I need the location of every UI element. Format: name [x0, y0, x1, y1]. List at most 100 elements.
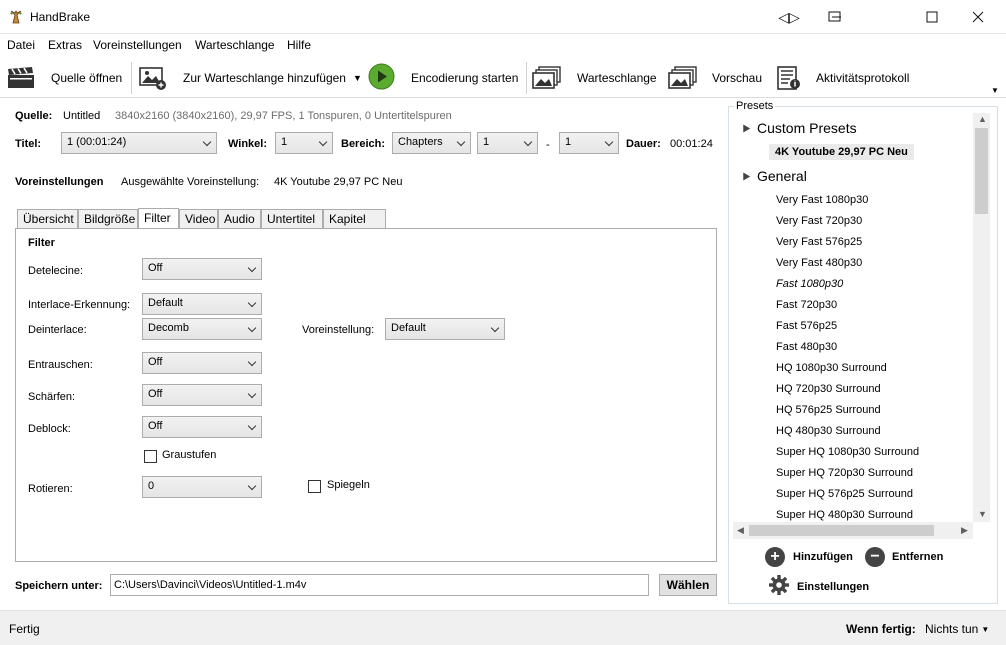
chevron-down-icon	[605, 137, 614, 146]
add-to-queue-label: Zur Warteschlange hinzufügen	[183, 71, 346, 85]
preset-item-default[interactable]: Fast 1080p30	[776, 278, 843, 290]
rotate-select[interactable]: 0	[142, 476, 262, 498]
rotate-value: 0	[148, 480, 155, 492]
preset-item-selected[interactable]: 4K Youtube 29,97 PC Neu	[769, 144, 914, 160]
chevron-down-icon	[491, 323, 500, 332]
chevron-down-icon: ▼	[981, 624, 990, 634]
preset-item[interactable]: Very Fast 480p30	[776, 257, 862, 269]
preview-button[interactable]: Vorschau	[668, 63, 762, 93]
title-label: Titel:	[15, 138, 42, 150]
title-select[interactable]: 1 (00:01:24)	[61, 132, 217, 154]
collapse-triangle-icon[interactable]	[739, 170, 751, 181]
preset-item[interactable]: HQ 576p25 Surround	[776, 404, 881, 416]
preset-item[interactable]: Fast 480p30	[776, 341, 837, 353]
preset-item[interactable]: Super HQ 576p25 Surround	[776, 488, 913, 500]
add-preset-button[interactable]: + Hinzufügen	[765, 547, 853, 567]
grayscale-checkbox[interactable]	[144, 450, 157, 463]
add-to-queue-button[interactable]: Zur Warteschlange hinzufügen ▼	[138, 63, 362, 93]
preview-label: Vorschau	[712, 71, 763, 85]
range-start-value: 1	[483, 136, 490, 148]
toolbar-overflow-icon[interactable]: ▼	[991, 86, 999, 95]
chevron-down-icon	[524, 137, 533, 146]
tab-audio[interactable]: Audio	[218, 209, 261, 228]
preset-item[interactable]: HQ 720p30 Surround	[776, 383, 881, 395]
scrollbar-thumb[interactable]	[975, 128, 988, 214]
when-done-dropdown[interactable]: Nichts tun ▼	[925, 622, 989, 636]
snap-icon[interactable]: ◁▷	[766, 0, 812, 34]
preset-item[interactable]: Fast 576p25	[776, 320, 837, 332]
selected-preset-label: Ausgewählte Voreinstellung:	[121, 176, 260, 188]
scroll-up-icon[interactable]: ▲	[978, 114, 987, 124]
grayscale-label: Graustufen	[162, 449, 217, 461]
preset-group-general[interactable]: General	[757, 168, 807, 184]
tab-subtitles[interactable]: Untertitel	[261, 209, 323, 228]
clapperboard-icon	[6, 65, 36, 91]
angle-select[interactable]: 1	[275, 132, 333, 154]
preset-item[interactable]: HQ 480p30 Surround	[776, 425, 881, 437]
maximize-button[interactable]	[909, 0, 955, 34]
scroll-down-icon[interactable]: ▼	[978, 509, 987, 519]
restore-gap	[862, 10, 908, 24]
menu-datei[interactable]: Datei	[7, 38, 35, 52]
save-as-label: Speichern unter:	[15, 580, 103, 592]
preset-group-custom[interactable]: Custom Presets	[757, 120, 857, 136]
deinterlace-preset-select[interactable]: Default	[385, 318, 505, 340]
open-source-label: Quelle öffnen	[51, 71, 123, 85]
scroll-left-icon[interactable]: ◀	[737, 525, 744, 536]
range-start-select[interactable]: 1	[477, 132, 538, 154]
mirror-checkbox[interactable]	[308, 480, 321, 493]
minimize-button[interactable]	[812, 0, 858, 34]
preset-item[interactable]: Very Fast 1080p30	[776, 194, 868, 206]
preset-item[interactable]: Very Fast 720p30	[776, 215, 862, 227]
preset-item[interactable]: Super HQ 720p30 Surround	[776, 467, 913, 479]
presets-title: Presets	[734, 100, 776, 112]
range-end-select[interactable]: 1	[559, 132, 619, 154]
image-stack-icon	[532, 65, 562, 91]
sharpen-select[interactable]: Off	[142, 384, 262, 406]
detelecine-select[interactable]: Off	[142, 258, 262, 280]
scrollbar-thumb[interactable]	[749, 525, 934, 536]
preset-settings-button[interactable]: Einstellungen	[768, 574, 869, 599]
preview-images-icon	[668, 65, 698, 91]
presets-section-label: Voreinstellungen	[15, 176, 104, 188]
browse-button[interactable]: Wählen	[659, 574, 717, 596]
menu-extras[interactable]: Extras	[48, 38, 82, 52]
denoise-select[interactable]: Off	[142, 352, 262, 374]
denoise-label: Entrauschen:	[28, 359, 93, 371]
queue-button[interactable]: Warteschlange	[532, 63, 657, 93]
log-document-icon	[774, 65, 804, 91]
preset-tree[interactable]: Custom Presets 4K Youtube 29,97 PC Neu G…	[733, 113, 973, 522]
preset-item[interactable]: Fast 720p30	[776, 299, 837, 311]
preset-item[interactable]: Super HQ 480p30 Surround	[776, 509, 913, 521]
deinterlace-select[interactable]: Decomb	[142, 318, 262, 340]
menu-warteschlange[interactable]: Warteschlange	[195, 38, 275, 52]
range-separator: -	[546, 139, 550, 151]
destination-path-input[interactable]: C:\Users\Davinci\Videos\Untitled-1.m4v	[110, 574, 649, 596]
dropdown-arrow-icon[interactable]: ▼	[353, 73, 362, 83]
start-encode-button[interactable]: Encodierung starten	[368, 63, 518, 93]
source-info: 3840x2160 (3840x2160), 29,97 FPS, 1 Tons…	[115, 110, 452, 122]
preset-item[interactable]: Super HQ 1080p30 Surround	[776, 446, 919, 458]
angle-value: 1	[281, 136, 288, 148]
scroll-right-icon[interactable]: ▶	[961, 525, 968, 536]
tab-overview[interactable]: Übersicht	[17, 209, 78, 228]
remove-preset-button[interactable]: − Entfernen	[865, 547, 943, 567]
deblock-select[interactable]: Off	[142, 416, 262, 438]
interlace-detection-select[interactable]: Default	[142, 293, 262, 315]
menu-hilfe[interactable]: Hilfe	[287, 38, 311, 52]
tab-video[interactable]: Video	[179, 209, 218, 228]
range-end-value: 1	[565, 136, 572, 148]
menu-voreinstellungen[interactable]: Voreinstellungen	[93, 38, 182, 52]
duration-label: Dauer:	[626, 138, 661, 150]
preset-item[interactable]: Very Fast 576p25	[776, 236, 862, 248]
activity-log-button[interactable]: Aktivitätsprotokoll	[774, 63, 909, 93]
range-type-value: Chapters	[398, 136, 443, 148]
tab-chapters[interactable]: Kapitel	[323, 209, 386, 228]
tab-picture-size[interactable]: Bildgröße	[78, 209, 138, 228]
tab-filter[interactable]: Filter	[138, 208, 179, 228]
open-source-button[interactable]: Quelle öffnen	[6, 63, 122, 93]
close-button[interactable]	[955, 0, 1001, 34]
range-type-select[interactable]: Chapters	[392, 132, 471, 154]
preset-item[interactable]: HQ 1080p30 Surround	[776, 362, 887, 374]
collapse-triangle-icon[interactable]	[739, 122, 751, 133]
